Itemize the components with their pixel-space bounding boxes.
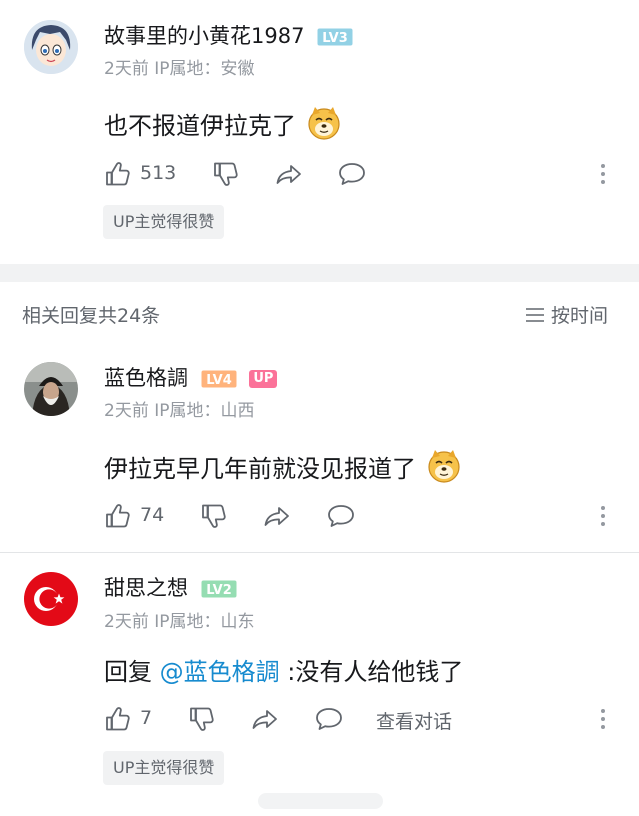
username[interactable]: 蓝色格調 LV4 UP <box>104 362 278 392</box>
sort-label[interactable]: 按时间 <box>551 305 608 327</box>
username-text[interactable]: 甜思之想 <box>104 576 188 600</box>
reply-text-body: 伊拉克早几年前就没见报道了 <box>104 455 416 483</box>
level-badge-lv3: LV3 <box>317 28 353 46</box>
reply-icon[interactable] <box>326 502 356 530</box>
like-count: 7 <box>140 707 153 729</box>
comment-text: 也不报道伊拉克了 <box>104 106 342 141</box>
comment-meta: 2天前 IP属地：山西 <box>104 401 255 421</box>
more-options-icon[interactable] <box>598 164 608 188</box>
like-icon[interactable] <box>104 160 132 188</box>
doge-emoji-icon <box>426 448 462 484</box>
username-text[interactable]: 故事里的小黄花1987 <box>104 24 304 48</box>
mention-link[interactable]: @蓝色格調 <box>160 658 280 686</box>
like-count: 513 <box>140 162 177 184</box>
reply-text: 回复 @蓝色格調 :没有人给他钱了 <box>104 652 463 687</box>
share-icon[interactable] <box>250 705 280 733</box>
dislike-icon[interactable] <box>188 705 216 733</box>
reply-prefix: 回复 <box>104 658 160 686</box>
reply-icon[interactable] <box>314 705 344 733</box>
avatar[interactable] <box>24 20 78 74</box>
like-icon[interactable] <box>104 502 132 530</box>
sort-list-icon <box>526 308 544 322</box>
svg-text:LV4: LV4 <box>206 373 232 388</box>
level-badge-lv4: LV4 <box>201 370 237 388</box>
share-icon[interactable] <box>274 160 304 188</box>
svg-text:LV2: LV2 <box>206 583 232 598</box>
comment-meta: 2天前 IP属地：山东 <box>104 612 255 632</box>
doge-emoji-icon <box>306 105 342 141</box>
comment-meta: 2天前 IP属地：安徽 <box>104 59 255 79</box>
share-icon[interactable] <box>262 502 292 530</box>
watermark <box>258 793 383 809</box>
up-liked-tag: UP主觉得很赞 <box>103 751 225 785</box>
up-liked-tag: UP主觉得很赞 <box>103 205 225 239</box>
like-icon[interactable] <box>104 705 132 733</box>
up-badge: UP <box>249 370 278 388</box>
svg-text:LV3: LV3 <box>322 31 348 46</box>
username-text[interactable]: 蓝色格調 <box>104 366 188 390</box>
more-options-icon[interactable] <box>598 709 608 733</box>
avatar[interactable] <box>24 572 78 626</box>
comment-text-body: 也不报道伊拉克了 <box>104 112 296 140</box>
more-options-icon[interactable] <box>598 506 608 530</box>
reply-divider <box>0 552 639 553</box>
reply-text-body: :没有人给他钱了 <box>279 658 464 686</box>
like-count: 74 <box>140 504 165 526</box>
reply-text: 伊拉克早几年前就没见报道了 <box>104 449 462 484</box>
dislike-icon[interactable] <box>200 502 228 530</box>
sort-by-time-button[interactable]: 按时间 <box>525 301 608 328</box>
level-badge-lv2: LV2 <box>201 580 237 598</box>
reply-icon[interactable] <box>337 160 367 188</box>
dislike-icon[interactable] <box>212 160 240 188</box>
username[interactable]: 甜思之想 LV2 <box>104 572 237 602</box>
view-conversation-link[interactable]: 查看对话 <box>376 707 452 734</box>
section-separator <box>0 264 639 282</box>
username[interactable]: 故事里的小黄花1987 LV3 <box>104 20 353 50</box>
replies-count-title: 相关回复共24条 <box>22 305 161 327</box>
avatar[interactable] <box>24 362 78 416</box>
